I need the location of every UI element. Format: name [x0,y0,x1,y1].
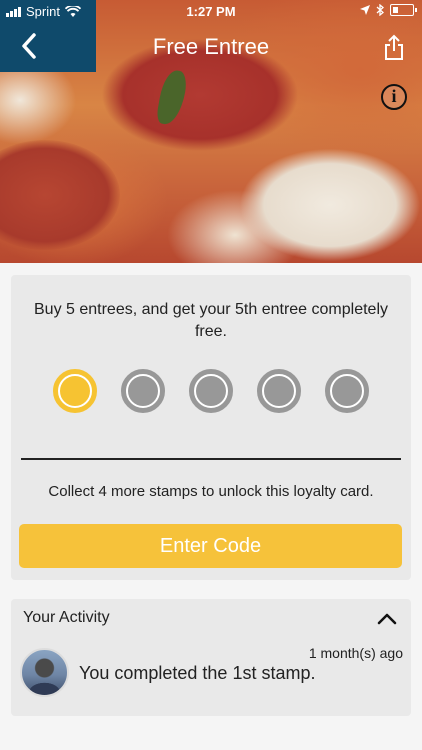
activity-text: You completed the 1st stamp. [79,663,316,683]
activity-time: 1 month(s) ago [308,645,403,661]
collapse-button[interactable] [375,607,399,631]
info-button[interactable]: i [381,84,407,110]
stamp-row [11,369,411,413]
stamp-empty [257,369,301,413]
battery-icon [390,4,417,16]
chevron-left-icon [22,33,36,59]
chevron-up-icon [377,613,397,625]
stamp-empty [325,369,369,413]
back-button[interactable] [14,32,44,62]
divider [21,458,401,460]
stamp-empty [189,369,233,413]
stamp-ring [330,374,364,408]
location-arrow-icon [360,5,370,15]
stamp-ring [58,374,92,408]
stamp-ring [126,374,160,408]
stamp-ring [262,374,296,408]
page-title: Free Entree [152,34,270,59]
unlock-message: Collect 4 more stamps to unlock this loy… [48,483,374,500]
share-button[interactable] [382,34,406,62]
share-icon [385,34,403,60]
stamp-ring [194,374,228,408]
stamp-filled [53,369,97,413]
status-time: 1:27 PM [186,4,236,19]
bluetooth-icon [376,4,384,16]
loyalty-card: Buy 5 entrees, and get your 5th entree c… [11,275,411,580]
enter-code-button[interactable]: Enter Code [19,524,402,568]
pizza-topping [0,140,120,250]
avatar [20,648,69,697]
status-bar: Sprint 1:27 PM [0,0,422,24]
activity-title: Your Activity [23,609,110,626]
loyalty-description: Buy 5 entrees, and get your 5th entree c… [34,301,388,340]
activity-panel: Your Activity 1 month(s) ago You complet… [11,599,411,716]
basil-leaf [155,68,189,127]
stamp-empty [121,369,165,413]
